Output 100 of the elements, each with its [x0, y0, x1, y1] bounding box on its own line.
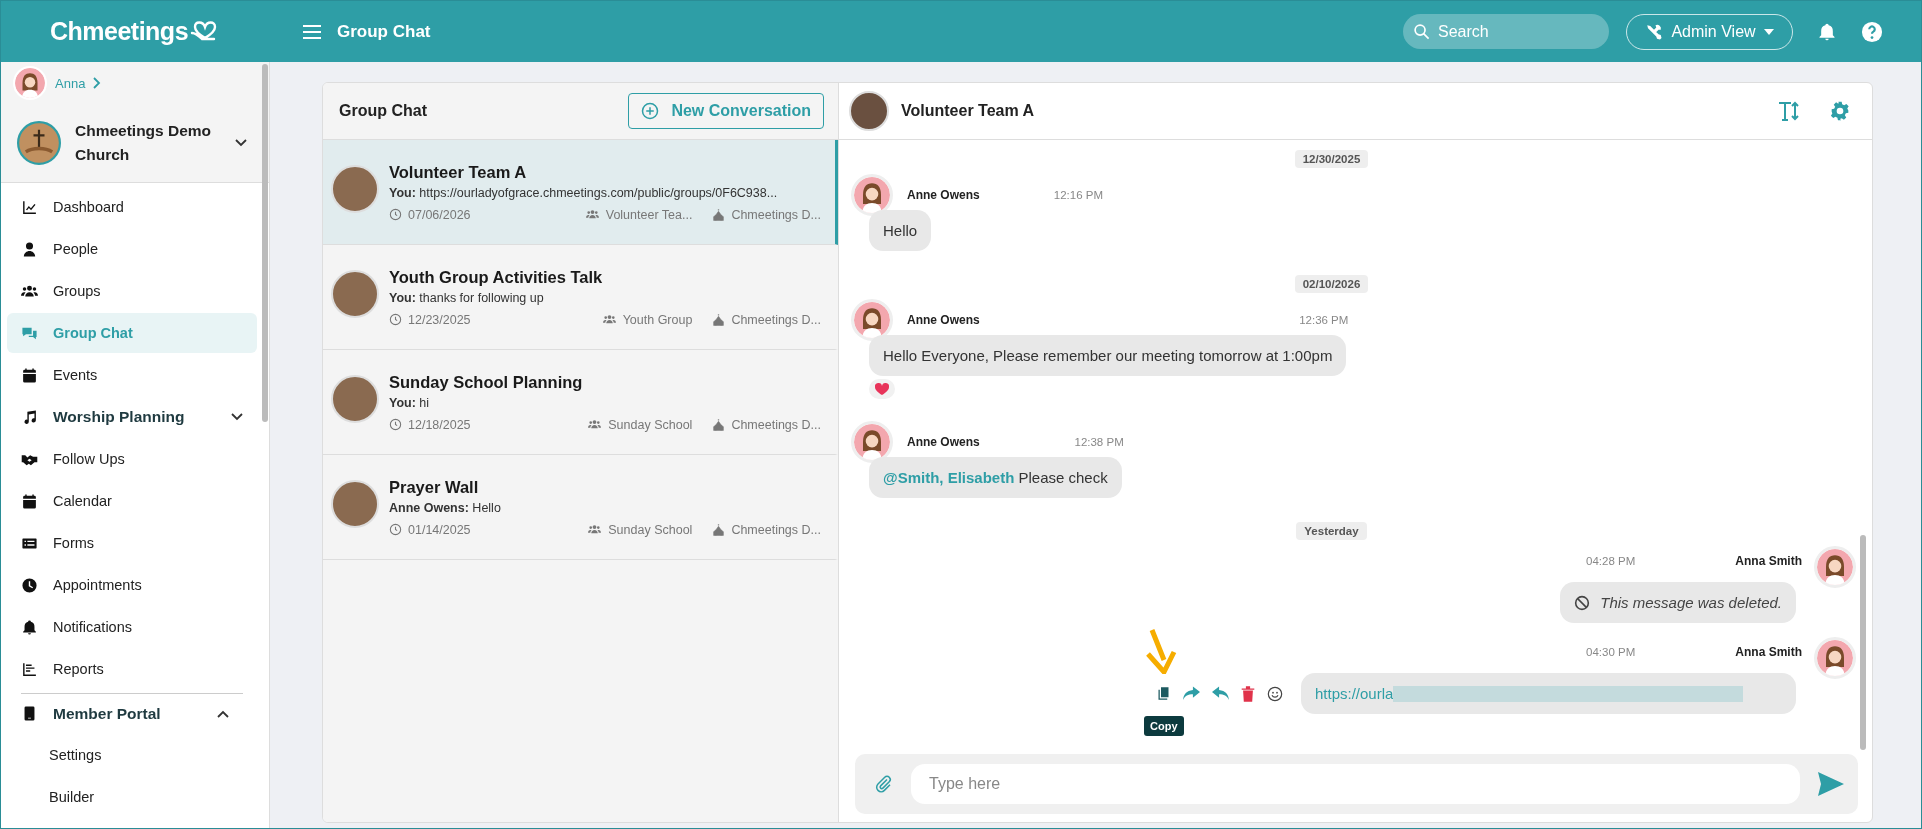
last-message-preview: Anne Owens: Hello: [389, 500, 502, 515]
sender-name: Anne Owens: [907, 435, 980, 449]
chevron-right-icon: [93, 77, 102, 89]
bar-list-icon: [21, 660, 38, 678]
church-icon: [712, 417, 726, 432]
church-logo-icon: [17, 121, 61, 165]
sidebar-item[interactable]: Reports: [7, 649, 257, 689]
scrollbar[interactable]: [1860, 535, 1866, 750]
people-icon: [587, 418, 603, 431]
reply-icon[interactable]: [1212, 686, 1229, 701]
emoji-icon[interactable]: [1267, 685, 1283, 702]
group-name: Sunday School: [608, 522, 693, 537]
church-name: Chmeetings D...: [731, 312, 821, 327]
scrollbar[interactable]: [262, 64, 268, 422]
conversation-name: Volunteer Team A: [389, 162, 528, 182]
chart-icon: [21, 198, 38, 216]
message-time: 04:30 PM: [1586, 646, 1636, 658]
sidebar-item[interactable]: Calendar: [7, 481, 257, 521]
sender-name: Anne Owens: [907, 313, 980, 327]
sidebar-item[interactable]: Events: [7, 355, 257, 395]
conversation-item[interactable]: Volunteer Team A You: https://ourladyofgrace.chmeetings.com/public/groups/0F6C938... 07/06/2026 Volunteer Tea... Chmeetings D...: [323, 140, 838, 245]
group-name: Youth Group: [622, 312, 693, 327]
heart-reaction-icon[interactable]: [869, 379, 895, 399]
conversation-name: Prayer Wall: [389, 477, 480, 497]
people-icon: [584, 208, 600, 221]
clock-icon: [389, 208, 402, 221]
sidebar-item[interactable]: People: [7, 229, 257, 269]
photo-placeholder: [331, 165, 379, 213]
conversation-name: Youth Group Activities Talk: [389, 267, 604, 287]
sidebar-item[interactable]: Forms: [7, 523, 257, 563]
calendar-icon: [21, 492, 38, 510]
last-message-preview: You: thanks for following up: [389, 290, 545, 305]
church-name: Chmeetings D...: [731, 522, 821, 537]
people-icon: [601, 313, 617, 326]
page-title: Group Chat: [337, 21, 431, 42]
photo-placeholder: [331, 270, 379, 318]
sidebar-section[interactable]: Member Portal: [21, 693, 243, 733]
chevron-up-icon: [217, 709, 229, 718]
church-name: Chmeetings D...: [731, 207, 821, 222]
copy-icon[interactable]: [1156, 686, 1171, 701]
message-bubble: @Smith, Elisabeth Please check: [869, 457, 1122, 498]
sidebar-item[interactable]: Follow Ups: [7, 439, 257, 479]
clock-icon: [389, 418, 402, 431]
church-icon: [712, 312, 726, 327]
sender-name: Anna Smith: [1735, 645, 1802, 659]
forward-icon[interactable]: [1183, 686, 1200, 701]
tooltip: Copy: [1144, 715, 1184, 736]
deleted-message-text: This message was deleted.: [1600, 594, 1782, 611]
photo-placeholder: [331, 375, 379, 423]
send-icon[interactable]: [1818, 772, 1844, 796]
message-bubble: Hello Everyone, Please remember our meeting tomorrow at 1:00pm: [869, 335, 1347, 376]
list-title: Group Chat: [339, 102, 427, 120]
message-bubble: Hello: [869, 210, 932, 251]
sender-name: Anne Owens: [907, 188, 980, 202]
person-avatar-icon: [1814, 546, 1856, 588]
conversation-item[interactable]: Sunday School Planning You: hi 12/18/2025 Sunday School Chmeetings D...: [323, 350, 838, 455]
message-time: 12:38 PM: [1074, 436, 1124, 448]
conversation-item[interactable]: Youth Group Activities Talk You: thanks for following up 12/23/2025 Youth Group Chmeetings D...: [323, 245, 838, 350]
chevron-down-icon[interactable]: [235, 139, 247, 147]
paperclip-icon[interactable]: [875, 775, 893, 793]
last-message-preview: You: https://ourladyofgrace.chmeetings.com/public/groups/0F6C938...: [389, 185, 779, 200]
calendar-icon: [21, 366, 38, 384]
sidebar-subitem[interactable]: Builder: [7, 777, 257, 817]
conversation-name: Sunday School Planning: [389, 372, 584, 392]
sidebar-item[interactable]: Groups: [7, 271, 257, 311]
search-icon: [1413, 23, 1430, 40]
sidebar-item[interactable]: Dashboard: [7, 187, 257, 227]
caret-icon: [1763, 28, 1774, 35]
sidebar-item[interactable]: Notifications: [7, 607, 257, 647]
people-icon: [587, 523, 603, 536]
plus-circle-icon: [641, 102, 660, 120]
group-name: Volunteer Tea...: [605, 207, 693, 222]
group-name: Sunday School: [608, 417, 693, 432]
clock-icon: [21, 576, 38, 594]
church-icon: [712, 207, 726, 222]
sender-name: Anna Smith: [1735, 554, 1802, 568]
last-message-preview: You: hi: [389, 395, 431, 410]
text-size-icon[interactable]: [1778, 101, 1800, 121]
trash-icon[interactable]: [1241, 685, 1255, 702]
person-avatar-icon: [13, 66, 47, 100]
clock-icon: [389, 313, 402, 326]
photo-placeholder: [849, 91, 889, 131]
help-icon[interactable]: [1861, 20, 1883, 43]
message-time: 12:36 PM: [1299, 314, 1349, 326]
church-icon: [712, 522, 726, 537]
church-name: Chmeetings D...: [731, 417, 821, 432]
bell-icon: [21, 618, 38, 636]
settings-icon[interactable]: [1830, 101, 1850, 121]
conversation-date: 01/14/2025: [408, 522, 471, 537]
person-icon: [21, 240, 38, 258]
message-input[interactable]: Type here: [911, 764, 1800, 804]
sidebar-subitem[interactable]: Settings: [7, 735, 257, 775]
conversation-item[interactable]: Prayer Wall Anne Owens: Hello 01/14/2025 Sunday School Chmeetings D...: [323, 455, 838, 560]
conversation-date: 12/23/2025: [408, 312, 471, 327]
sidebar-item[interactable]: Appointments: [7, 565, 257, 605]
person-avatar-icon: [1814, 637, 1856, 679]
menu-icon[interactable]: [303, 23, 321, 40]
organization-name: Chmeetings Demo Church: [75, 121, 213, 165]
sidebar-section[interactable]: Worship Planning: [7, 397, 257, 437]
tools-icon: [1645, 22, 1664, 41]
